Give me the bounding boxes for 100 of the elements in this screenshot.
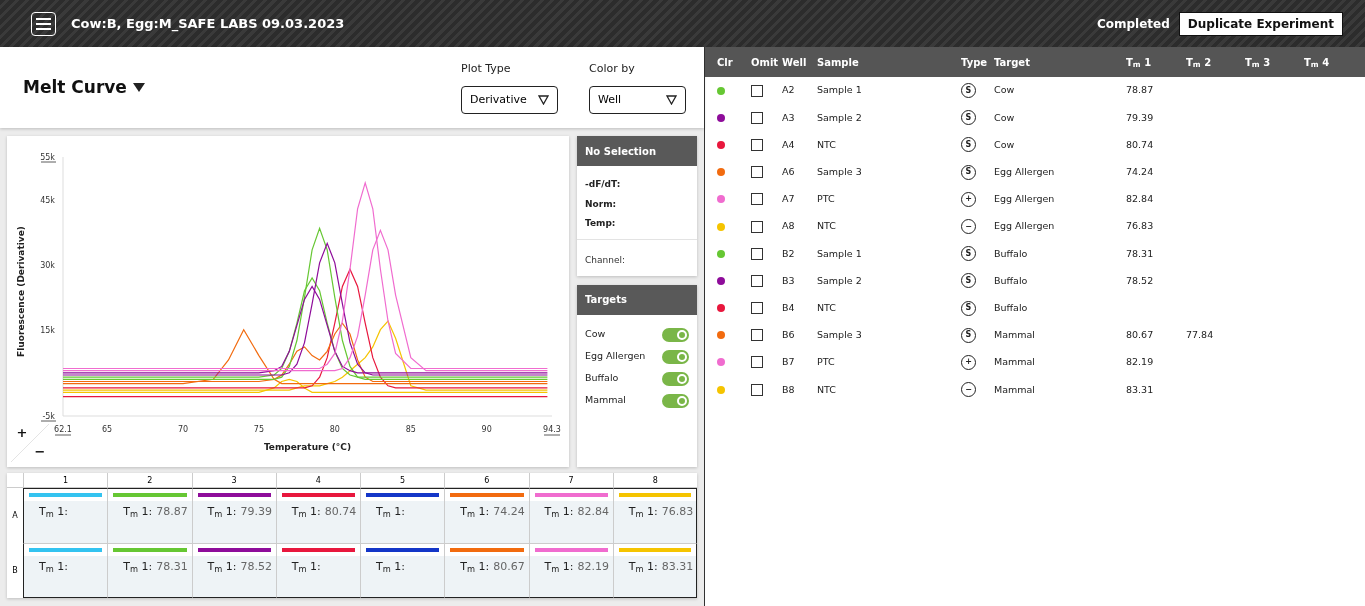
field-label: Color by: [589, 61, 636, 78]
tm-label: T$_{m}$ 1:: [123, 504, 153, 521]
table-cell-text: Sample 1: [817, 246, 863, 261]
field-label: Norm:: [585, 197, 618, 211]
tm-label: T$_{m}$ 1:: [376, 504, 405, 521]
table-cell-text: 82.84: [1126, 192, 1155, 207]
table-cell-text: Cow: [994, 110, 1016, 125]
column-header: T$_{m}$ 2: [1186, 55, 1213, 70]
target-label: Buffalo: [585, 371, 619, 386]
column-header: T$_{m}$ 3: [1245, 55, 1272, 70]
column-header: Target: [994, 55, 1031, 70]
target-label: Mammal: [585, 393, 626, 408]
field-label: Temp:: [585, 217, 617, 230]
status-label: Completed: [1096, 15, 1170, 33]
table-cell-text: B8: [782, 382, 796, 397]
tm-label: T$_{m}$ 1:: [460, 559, 490, 576]
x-axis-title: Temperature (°C): [263, 442, 352, 452]
table-cell-text: 78.87: [1126, 83, 1155, 98]
x-tick-label: 90: [481, 425, 492, 434]
x-tick-label: 75: [253, 425, 264, 434]
table-cell-text: Buffalo: [994, 246, 1029, 261]
table-cell-text: 82.19: [1126, 355, 1155, 370]
y-axis-title: Fluorescence (Derivative): [16, 226, 26, 357]
tm-label: T$_{m}$ 1:: [123, 559, 153, 576]
table-cell-text: 77.84: [1186, 328, 1215, 343]
y-tick-label: 30k: [40, 260, 55, 270]
column-header: Well: [782, 55, 808, 70]
table-cell-text: A6: [782, 165, 796, 180]
tm-value: 82.19: [577, 559, 609, 575]
tm-label: T$_{m}$ 1:: [628, 504, 658, 521]
table-cell-text: 78.31: [1126, 246, 1155, 261]
tm-value: 82.84: [577, 504, 609, 520]
tm-value: 76.83: [661, 504, 694, 520]
y-tick-label: 55k: [40, 153, 57, 163]
table-cell-text: 76.83: [1126, 219, 1155, 234]
table-cell-text: 83.31: [1126, 382, 1155, 397]
table-cell-text: B6: [782, 328, 796, 343]
table-cell-text: Sample 3: [817, 165, 863, 180]
card-title: Targets: [577, 284, 697, 315]
table-cell-text: A7: [782, 192, 796, 207]
y-tick-label: 45k: [40, 196, 55, 206]
table-cell-text: A8: [782, 219, 796, 234]
tm-label: T$_{m}$ 1:: [207, 504, 237, 521]
x-tick-label: 85: [405, 425, 416, 434]
table-cell-text: Cow: [994, 137, 1016, 152]
tm-label: T$_{m}$ 1:: [628, 559, 658, 576]
row-header: B: [11, 564, 19, 577]
column-header: Clr: [717, 55, 734, 70]
table-cell-text: Egg Allergen: [994, 165, 1056, 180]
x-tick-label: 62.1: [54, 425, 72, 436]
experiment-title: Cow:B, Egg:M_SAFE LABS 09.03.2023: [71, 14, 345, 34]
tm-value: 78.52: [240, 559, 272, 575]
row-header: A: [11, 509, 19, 522]
table-cell-text: Buffalo: [994, 300, 1029, 315]
table-cell-text: PTC: [817, 192, 836, 207]
table-cell-text: NTC: [817, 382, 837, 397]
tm-value: 80.67: [493, 559, 525, 575]
column-header: Sample: [817, 55, 860, 70]
tm-value: 78.31: [156, 559, 188, 575]
tm-label: T$_{m}$ 1:: [291, 559, 321, 576]
column-header: Type: [961, 55, 989, 70]
tm-label: T$_{m}$ 1:: [207, 559, 237, 576]
tm-label: T$_{m}$ 1:: [544, 504, 574, 521]
table-cell-text: B2: [782, 246, 796, 261]
column-header: T$_{m}$ 1: [1126, 55, 1153, 70]
x-tick-label: 65: [101, 425, 113, 434]
table-cell-text: 80.74: [1126, 137, 1155, 152]
tm-label: T$_{m}$ 1:: [544, 559, 574, 576]
x-tick-label: 94.3: [543, 425, 561, 436]
table-cell-text: NTC: [817, 219, 837, 234]
table-cell-text: Sample 2: [817, 273, 863, 288]
target-label: Cow: [585, 327, 606, 342]
target-label: Egg Allergen: [585, 349, 646, 364]
table-cell-text: 80.67: [1126, 328, 1155, 343]
field-label: Plot Type: [461, 61, 512, 78]
tm-value: 80.74: [324, 504, 357, 520]
table-cell-text: Mammal: [994, 382, 1036, 397]
x-tick-label: 70: [177, 425, 189, 434]
table-cell-text: B7: [782, 355, 796, 370]
table-cell-text: A2: [782, 83, 796, 98]
table-cell-text: 79.39: [1126, 110, 1155, 125]
table-cell-text: NTC: [817, 137, 837, 152]
y-tick-label: -5k: [40, 412, 57, 422]
table-cell-text: B4: [782, 300, 796, 315]
card-title: No Selection: [577, 136, 697, 166]
table-cell-text: Sample 3: [817, 328, 863, 343]
table-cell-text: 78.52: [1126, 273, 1155, 288]
table-cell-text: B3: [782, 273, 796, 288]
table-cell-text: 74.24: [1126, 165, 1155, 180]
table-cell-text: Buffalo: [994, 273, 1029, 288]
column-header: T$_{m}$ 4: [1304, 55, 1331, 70]
table-cell-text: Mammal: [994, 328, 1036, 343]
tm-label: T$_{m}$ 1:: [39, 504, 68, 521]
field-label: -dF/dT:: [585, 178, 622, 191]
tm-label: T$_{m}$ 1:: [291, 504, 321, 521]
table-cell-text: PTC: [817, 355, 836, 370]
table-cell-text: Cow: [994, 83, 1016, 98]
table-cell-text: Egg Allergen: [994, 192, 1056, 207]
tm-value: 74.24: [493, 504, 525, 520]
table-cell-text: NTC: [817, 300, 837, 315]
